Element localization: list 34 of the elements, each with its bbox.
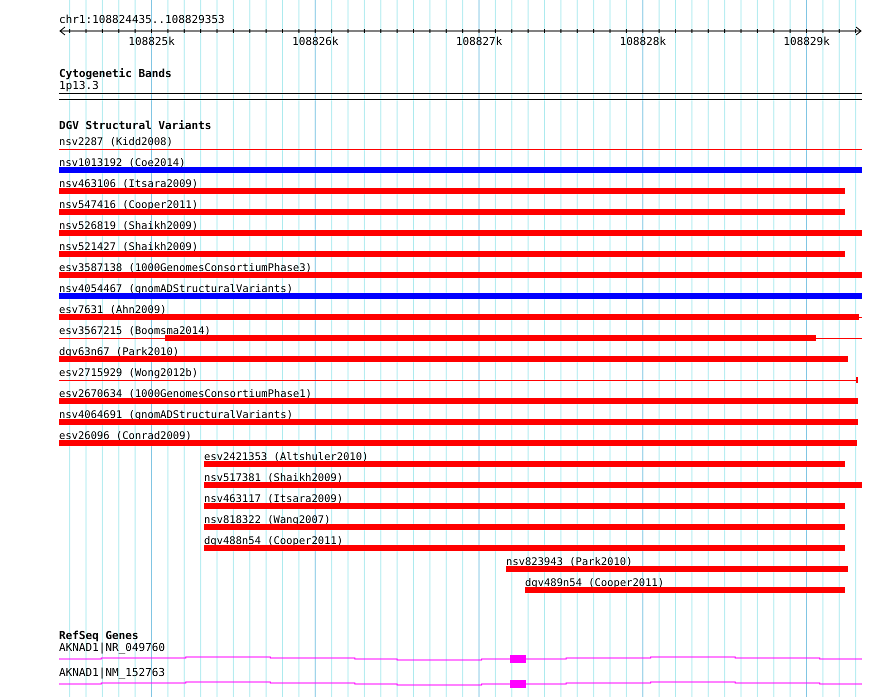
variant-label: nsv818322 (Wang2007): [204, 515, 330, 526]
tick-label: 108827k: [456, 36, 502, 48]
variant-label: nsv517381 (Shaikh2009): [204, 473, 344, 484]
variant-label: esv2715929 (Wong2012b): [59, 368, 198, 379]
variant-label: dgv488n54 (Cooper2011): [204, 536, 344, 547]
variant-label: nsv4064691 (gnomADStructuralVariants): [59, 410, 293, 421]
variant-label: nsv2287 (Kidd2008): [59, 137, 173, 148]
tick-label: 108825k: [128, 36, 175, 48]
variant-label: nsv547416 (Cooper2011): [59, 200, 198, 211]
tick-label: 108829k: [783, 36, 830, 48]
variant-label: nsv463117 (Itsara2009): [204, 494, 344, 505]
track-title: Cytogenetic Bands: [59, 68, 173, 80]
region-label: chr1:108824435..108829353: [59, 14, 225, 26]
variant-label: nsv463106 (Itsara2009): [59, 179, 198, 190]
variant-label: dgv63n67 (Park2010): [59, 347, 180, 358]
tick-label: 108826k: [292, 36, 338, 48]
variant-label: esv3567215 (Boomsma2014): [59, 326, 211, 337]
variant-label: nsv521427 (Shaikh2009): [59, 242, 198, 253]
track-title: DGV Structural Variants: [59, 120, 212, 132]
variant-label: esv7631 (Ahn2009): [59, 305, 166, 316]
variant-label: esv26096 (Conrad2009): [59, 431, 192, 442]
variant-label: nsv526819 (Shaikh2009): [59, 221, 198, 232]
variant-label: esv2670634 (1000GenomesConsortiumPhase1): [59, 389, 312, 400]
gene-label: AKNAD1|NM_152763: [59, 667, 166, 679]
variant-label: nsv823943 (Park2010): [506, 557, 632, 568]
variant-label: nsv4054467 (gnomADStructuralVariants): [59, 284, 293, 295]
gene-label: AKNAD1|NR_049760: [59, 642, 166, 654]
band-label: 1p13.3: [59, 80, 99, 92]
variant-label: nsv1013192 (Coe2014): [59, 158, 186, 169]
variant-label: dgv489n54 (Cooper2011): [525, 578, 664, 589]
tick-label: 108828k: [620, 36, 666, 48]
variant-label: esv3587138 (1000GenomesConsortiumPhase3): [59, 263, 312, 274]
track-title: RefSeq Genes: [59, 630, 140, 642]
variant-label: esv2421353 (Altshuler2010): [204, 452, 368, 463]
